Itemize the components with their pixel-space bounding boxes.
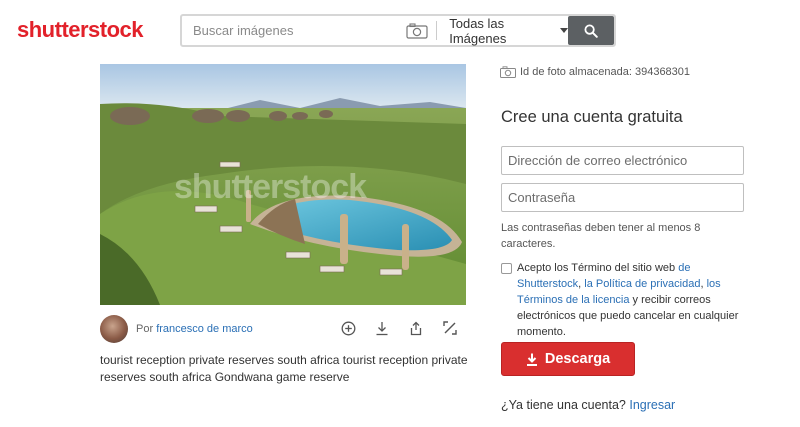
photo-id-text: Id de foto almacenada: 394368301: [520, 66, 691, 78]
terms-text: Acepto los Término del sitio web de Shut…: [501, 260, 747, 340]
download-label: Descarga: [544, 351, 611, 367]
shutterstock-logo[interactable]: shutterstock: [17, 17, 144, 43]
password-field[interactable]: [501, 183, 744, 212]
add-circle-icon[interactable]: [340, 320, 356, 336]
search-icon: [584, 24, 598, 38]
photo-id: Id de foto almacenada: 394368301: [500, 66, 690, 78]
author-link[interactable]: francesco de marco: [156, 323, 253, 335]
image-type-selected: Todas las Imágenes: [449, 15, 507, 46]
search-input[interactable]: [182, 16, 403, 45]
stock-photo[interactable]: shutterstock: [100, 64, 466, 305]
author-line: Por francesco de marco: [136, 323, 253, 335]
share-icon[interactable]: [408, 320, 424, 336]
photo-description: tourist reception private reserves south…: [100, 353, 468, 384]
download-icon[interactable]: [374, 320, 390, 336]
image-type-dropdown[interactable]: Todas las Imágenes: [441, 15, 569, 46]
search-divider: [436, 21, 438, 40]
terms-pre: Acepto los Término del sitio web: [517, 262, 679, 274]
chevron-down-icon: [560, 28, 569, 33]
photo-watermark: shutterstock: [174, 168, 367, 206]
terms-checkbox[interactable]: [501, 263, 512, 274]
search-bar: Todas las Imágenes: [180, 14, 616, 47]
login-prompt: ¿Ya tiene una cuenta?: [501, 398, 626, 412]
author-prefix: Por: [136, 323, 154, 335]
download-button[interactable]: Descarga: [501, 342, 635, 376]
terms-consent: Acepto los Término del sitio web de Shut…: [501, 260, 747, 340]
camera-icon[interactable]: [402, 16, 432, 45]
privacy-policy-link[interactable]: la Política de privacidad: [584, 278, 700, 290]
search-button[interactable]: [568, 16, 615, 45]
resize-icon[interactable]: [442, 320, 458, 336]
author-avatar[interactable]: [100, 315, 128, 343]
logo-text: shutterstock: [17, 17, 144, 42]
photo-actions: [340, 320, 458, 336]
download-icon: [526, 353, 537, 366]
signup-title: Cree una cuenta gratuita: [501, 108, 683, 126]
camera-icon: [500, 66, 516, 78]
email-field[interactable]: [501, 146, 744, 175]
login-link[interactable]: Ingresar: [629, 398, 675, 412]
login-prompt-line: ¿Ya tiene una cuenta? Ingresar: [501, 398, 675, 412]
password-hint: Las contraseñas deben tener al menos 8 c…: [501, 222, 701, 250]
